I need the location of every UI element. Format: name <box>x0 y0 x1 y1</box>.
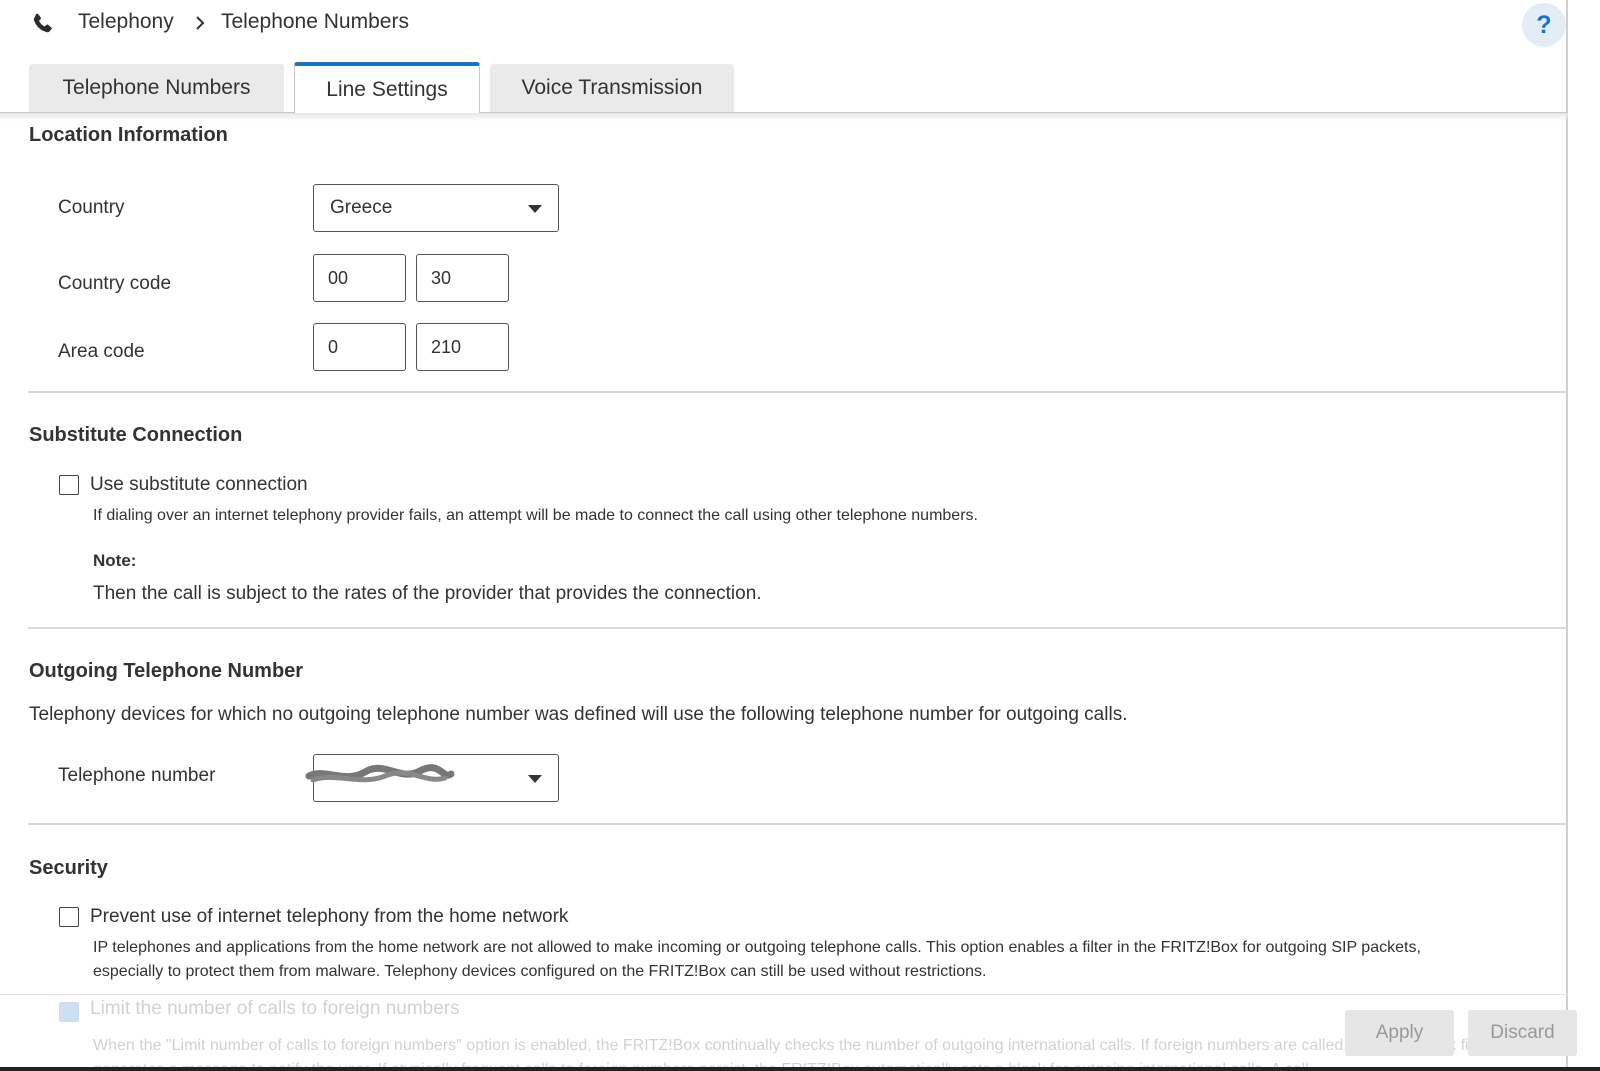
tab-bar: Telephone Numbers Line Settings Voice Tr… <box>0 62 1568 114</box>
page-header: Telephony Telephone Numbers ? <box>0 0 1568 48</box>
location-section-title: Location Information <box>29 124 228 146</box>
prevent-telephony-label[interactable]: Prevent use of internet telephony from t… <box>90 906 568 928</box>
caret-down-icon <box>528 205 542 213</box>
substitute-checkbox-label[interactable]: Use substitute connection <box>90 474 308 496</box>
country-code-label: Country code <box>58 273 172 294</box>
substitute-section-title: Substitute Connection <box>29 424 243 446</box>
footer-divider <box>0 994 1568 995</box>
limit-calls-row: Limit the number of calls to foreign num… <box>0 994 1568 1071</box>
security-section-title: Security <box>29 857 108 879</box>
outgoing-intro: Telephony devices for which no outgoing … <box>29 704 1128 725</box>
limit-calls-label[interactable]: Limit the number of calls to foreign num… <box>90 998 460 1020</box>
window-edge-line <box>1566 0 1568 1071</box>
breadcrumb-telephony[interactable]: Telephony <box>78 10 174 34</box>
tab-telephone-numbers[interactable]: Telephone Numbers <box>29 64 284 112</box>
country-label: Country <box>58 197 125 218</box>
caret-down-icon <box>528 775 542 783</box>
discard-button[interactable]: Discard <box>1468 1010 1577 1056</box>
country-select-value: Greece <box>330 197 393 218</box>
redacted-number-scribble <box>305 764 455 783</box>
country-code-prefix-input[interactable] <box>313 254 406 302</box>
tab-line-settings[interactable]: Line Settings <box>294 62 480 114</box>
content-shadow <box>0 113 1568 121</box>
window-edge <box>1568 0 1600 1071</box>
breadcrumb-telephone-numbers: Telephone Numbers <box>221 10 409 33</box>
outgoing-section-title: Outgoing Telephone Number <box>29 660 304 682</box>
prevent-telephony-desc-1: IP telephones and applications from the … <box>93 939 1421 956</box>
country-select[interactable]: Greece <box>313 184 559 232</box>
substitute-checkbox[interactable] <box>59 475 79 495</box>
chevron-right-icon <box>196 16 205 30</box>
prevent-telephony-checkbox[interactable] <box>59 907 79 927</box>
limit-calls-desc: When the "Limit number of calls to forei… <box>93 1037 1487 1071</box>
apply-button[interactable]: Apply <box>1345 1010 1454 1056</box>
note-title: Note: <box>93 551 137 570</box>
note-text: Then the call is subject to the rates of… <box>93 583 762 604</box>
prevent-telephony-desc-2: especially to protect them from malware.… <box>93 963 987 980</box>
phone-icon <box>33 13 52 33</box>
divider <box>28 391 1567 393</box>
help-button[interactable]: ? <box>1522 3 1566 47</box>
substitute-description: If dialing over an internet telephony pr… <box>93 507 978 524</box>
area-code-label: Area code <box>58 341 145 362</box>
area-code-input[interactable] <box>416 323 509 371</box>
bottom-bar <box>0 1067 1600 1071</box>
country-code-input[interactable] <box>416 254 509 302</box>
divider <box>28 823 1567 825</box>
limit-calls-checkbox[interactable] <box>59 1002 79 1022</box>
tab-voice-transmission[interactable]: Voice Transmission <box>490 64 734 112</box>
area-code-prefix-input[interactable] <box>313 323 406 371</box>
telephone-number-label: Telephone number <box>58 765 216 786</box>
divider <box>28 627 1567 629</box>
